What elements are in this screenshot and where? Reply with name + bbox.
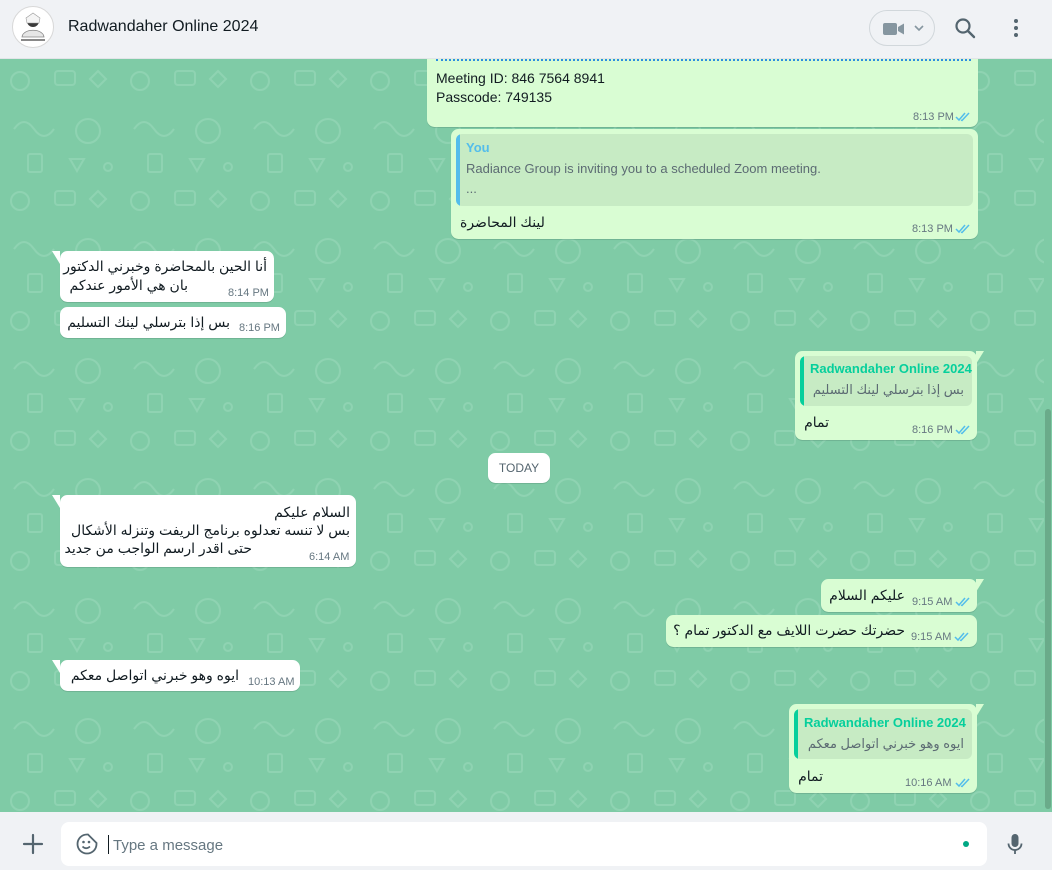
avatar[interactable] (12, 6, 54, 48)
read-receipt-icon (954, 632, 969, 642)
bubble-tail (976, 704, 984, 717)
quoted-message[interactable]: Radwandaher Online 2024 ايوه وهو خبرني ا… (794, 709, 972, 759)
quoted-message[interactable]: You Radiance Group is inviting you to a … (456, 134, 973, 206)
bubble-tail (976, 351, 984, 364)
message-text: بان هي الأمور عندكم (69, 277, 188, 293)
read-receipt-icon (955, 597, 970, 607)
bubble-tail (52, 495, 60, 508)
search-icon[interactable] (953, 16, 977, 40)
chat-header: Radwandaher Online 2024 (0, 0, 1052, 59)
quote-author: Radwandaher Online 2024 (810, 361, 972, 376)
message-input[interactable] (111, 832, 955, 858)
read-receipt-icon (955, 112, 970, 122)
message-text: حتى اقدر ارسم الواجب من جديد (64, 540, 252, 556)
message-time: 10:13 AM (248, 676, 295, 688)
bubble-tail (976, 579, 984, 592)
message-bubble-outgoing[interactable]: Meeting ID: 846 7564 8941 Passcode: 7491… (427, 59, 978, 127)
message-text: بس لا تنسه تعدلوه برنامج الريفت وتنزله ا… (71, 522, 350, 538)
scrollbar-thumb[interactable] (1045, 409, 1051, 809)
read-receipt-icon (955, 778, 970, 788)
message-text: عليكم السلام (829, 587, 905, 603)
quote-text: ... (466, 181, 477, 196)
message-bubble-incoming[interactable]: ايوه وهو خبرني اتواصل معكم 10:13 AM (60, 660, 300, 691)
message-bubble-incoming[interactable]: السلام عليكم بس لا تنسه تعدلوه برنامج ال… (60, 495, 356, 567)
message-bubble-incoming[interactable]: أنا الحين بالمحاضرة وخبرني الدكتور بان ه… (60, 251, 274, 302)
read-receipt-icon (955, 224, 970, 234)
quote-bar (456, 134, 460, 206)
message-text: تمام (804, 414, 829, 430)
status-dot (963, 841, 969, 847)
message-text: لينك المحاضرة (460, 214, 545, 230)
message-text: أنا الحين بالمحاضرة وخبرني الدكتور (63, 258, 267, 274)
message-bubble-outgoing[interactable]: عليكم السلام 9:15 AM (821, 579, 977, 612)
quote-text: ايوه وهو خبرني اتواصل معكم (807, 736, 964, 751)
microphone-icon[interactable] (1003, 832, 1027, 856)
text-caret (108, 835, 109, 854)
message-bubble-outgoing[interactable]: Radwandaher Online 2024 ايوه وهو خبرني ا… (789, 704, 977, 793)
plus-icon[interactable] (21, 832, 45, 856)
message-text: Meeting ID: 846 7564 8941 (436, 70, 605, 86)
read-receipt-icon (955, 425, 970, 435)
chat-title[interactable]: Radwandaher Online 2024 (68, 18, 258, 36)
message-time: 8:13 PM (913, 111, 954, 123)
bubble-tail (52, 251, 60, 264)
quote-text: Radiance Group is inviting you to a sche… (466, 161, 821, 176)
message-time: 10:16 AM (905, 777, 952, 789)
message-time: 8:16 PM (912, 424, 953, 436)
message-text: حضرتك حضرت اللايف مع الدكتور تمام ؟ (673, 622, 905, 638)
bubble-tail (52, 660, 60, 673)
chat-messages-area[interactable]: Meeting ID: 846 7564 8941 Passcode: 7491… (0, 59, 1044, 812)
sticker-emoji-icon[interactable] (75, 832, 99, 856)
quoted-message[interactable]: Radwandaher Online 2024 بس إذا بترسلي لي… (800, 356, 972, 406)
message-time: 8:13 PM (912, 223, 953, 235)
video-call-icon (883, 23, 904, 35)
message-bubble-outgoing[interactable]: You Radiance Group is inviting you to a … (451, 129, 978, 239)
chat-scrollbar[interactable] (1044, 59, 1052, 812)
message-text: تمام (798, 768, 823, 784)
more-vert-icon[interactable] (1004, 16, 1028, 40)
message-time: 9:15 AM (912, 596, 953, 608)
message-time: 8:16 PM (239, 322, 280, 334)
message-text: بس إذا بترسلي لينك التسليم (67, 314, 230, 330)
date-separator: TODAY (488, 453, 550, 483)
quote-bar (794, 709, 798, 759)
message-time: 6:14 AM (309, 551, 350, 563)
message-bubble-incoming[interactable]: بس إذا بترسلي لينك التسليم 8:16 PM (60, 307, 286, 338)
message-text: Passcode: 749135 (436, 89, 552, 105)
chevron-down-icon (914, 25, 924, 32)
message-text: ايوه وهو خبرني اتواصل معكم (70, 667, 239, 683)
message-bubble-outgoing[interactable]: Radwandaher Online 2024 بس إذا بترسلي لي… (795, 351, 977, 440)
message-time: 9:15 AM (911, 631, 952, 643)
message-input-container[interactable] (61, 822, 987, 866)
quote-text: بس إذا بترسلي لينك التسليم (812, 382, 964, 397)
message-bubble-outgoing[interactable]: حضرتك حضرت اللايف مع الدكتور تمام ؟ 9:15… (666, 615, 977, 647)
message-text: السلام عليكم (274, 504, 350, 520)
video-call-button[interactable] (869, 10, 935, 46)
message-composer (0, 812, 1052, 870)
message-time: 8:14 PM (228, 287, 269, 299)
quote-author: You (466, 140, 490, 155)
quote-bar (800, 356, 804, 406)
link-underline (436, 59, 971, 61)
quote-author: Radwandaher Online 2024 (804, 715, 966, 730)
